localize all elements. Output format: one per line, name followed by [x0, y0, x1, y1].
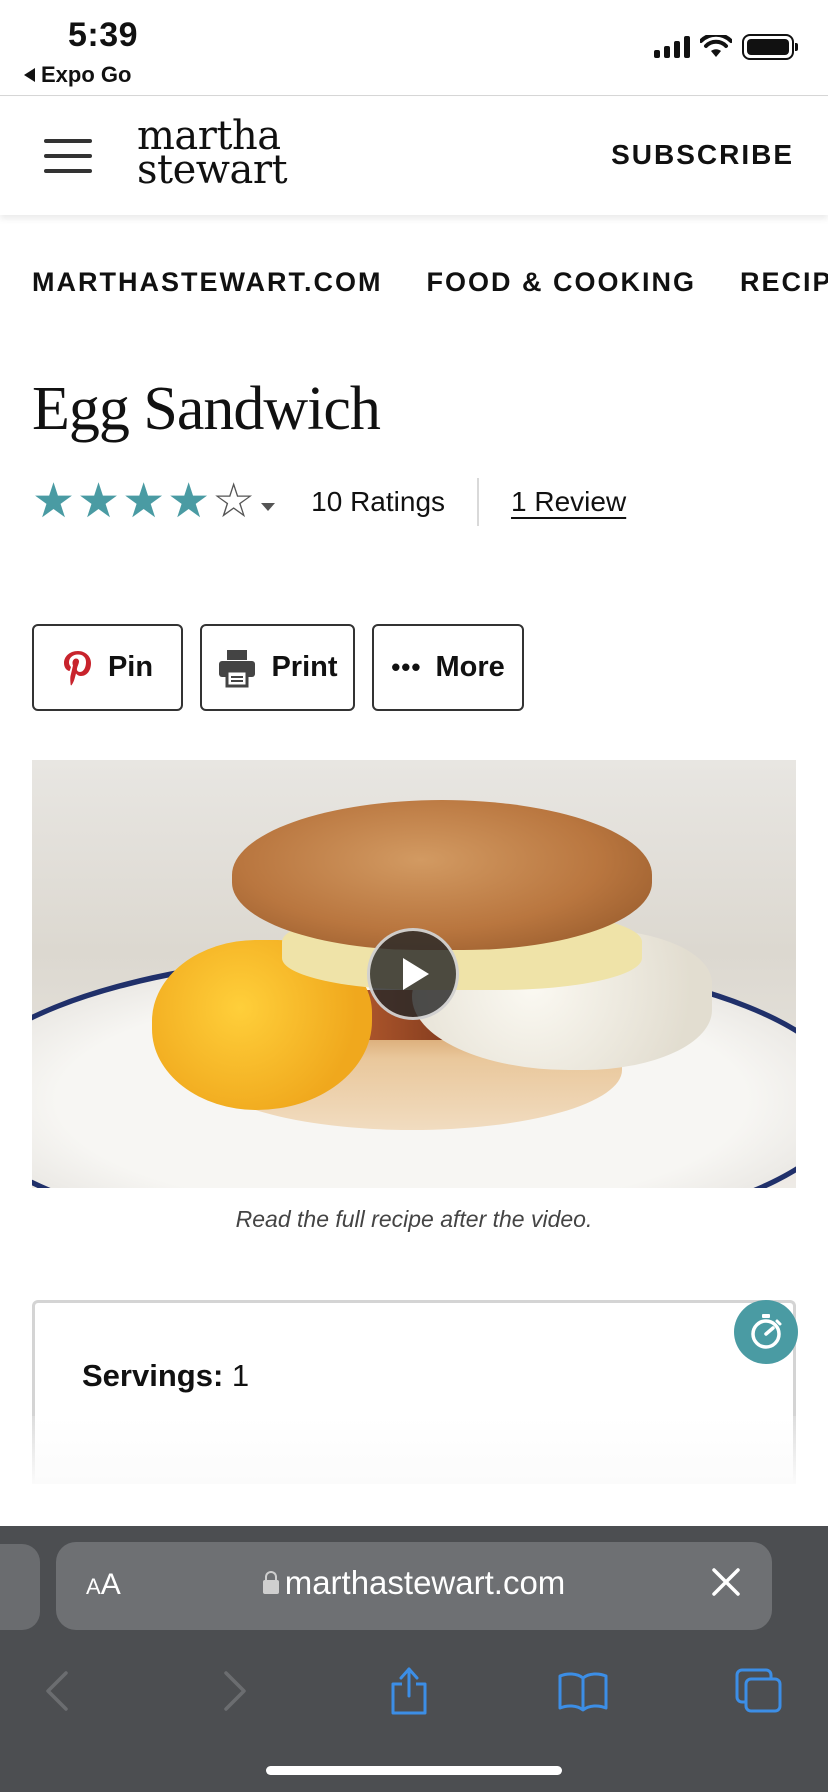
star-full-icon: ★ — [32, 475, 76, 528]
printer-icon — [219, 649, 256, 687]
pin-button[interactable]: Pin — [32, 624, 183, 711]
star-empty-icon: ☆ — [212, 475, 256, 528]
pin-label: Pin — [107, 651, 154, 683]
back-triangle-icon — [24, 68, 35, 82]
wifi-icon — [700, 35, 732, 57]
ratings-row: ★ ★ ★ ★ ☆ 10 Ratings 1 Review — [32, 478, 626, 526]
book-icon — [558, 1672, 608, 1712]
home-indicator[interactable] — [266, 1766, 562, 1775]
ratings-divider — [477, 478, 480, 526]
subscribe-link[interactable]: SUBSCRIBE — [611, 139, 794, 171]
logo-line-2: stewart — [137, 147, 288, 193]
url-display[interactable]: marthastewart.com — [56, 1564, 772, 1602]
back-to-app-button[interactable]: Expo Go — [24, 62, 131, 88]
ratings-count: 10 Ratings — [311, 486, 446, 517]
more-button[interactable]: ••• More — [372, 624, 524, 711]
star-rating[interactable]: ★ ★ ★ ★ ☆ — [32, 475, 276, 528]
browser-nav-row — [0, 1656, 828, 1746]
print-label: Print — [271, 651, 338, 683]
previous-tab[interactable] — [0, 1544, 40, 1630]
back-app-label: Expo Go — [41, 62, 132, 87]
chevron-right-icon — [224, 1671, 246, 1711]
star-full-icon: ★ — [122, 475, 166, 528]
recipe-video[interactable] — [32, 760, 796, 1188]
bookmarks-button[interactable] — [548, 1656, 618, 1726]
share-button[interactable] — [374, 1656, 444, 1726]
tabs-button[interactable] — [724, 1656, 794, 1726]
cook-timer-button[interactable] — [734, 1300, 798, 1364]
more-label: More — [435, 651, 505, 683]
status-time: 5:39 — [68, 16, 139, 54]
more-dots-icon: ••• — [391, 652, 422, 682]
servings-label: Servings: — [82, 1358, 224, 1393]
lock-icon — [262, 1571, 279, 1594]
breadcrumb-item-recipes[interactable]: RECIPES — [740, 267, 828, 298]
browser-toolbar: AA marthastewart.com — [0, 1526, 828, 1792]
battery-icon — [742, 34, 798, 60]
breadcrumb-item-home[interactable]: MARTHASTEWART.COM — [32, 267, 382, 298]
breadcrumb-item-food[interactable]: FOOD & COOKING — [426, 267, 696, 298]
stopwatch-icon — [751, 1314, 782, 1349]
servings-value: 1 — [223, 1358, 250, 1393]
address-bar[interactable]: AA marthastewart.com — [56, 1542, 772, 1630]
back-button[interactable] — [22, 1656, 92, 1726]
play-icon — [403, 958, 429, 990]
muffin-top-illustration — [232, 800, 652, 950]
chevron-left-icon — [46, 1671, 68, 1711]
page-title: Egg Sandwich — [32, 375, 381, 443]
play-button[interactable] — [367, 928, 459, 1020]
close-icon[interactable] — [706, 1562, 746, 1602]
reviews-link[interactable]: 1 Review — [511, 486, 626, 518]
star-full-icon: ★ — [167, 475, 211, 528]
video-caption: Read the full recipe after the video. — [235, 1206, 593, 1232]
breadcrumb: MARTHASTEWART.COM FOOD & COOKING RECIPES — [32, 266, 828, 298]
pinterest-icon — [63, 650, 91, 685]
star-full-icon: ★ — [77, 475, 121, 528]
status-bar: 5:39 Expo Go — [0, 0, 828, 96]
menu-icon[interactable] — [44, 139, 92, 173]
print-button[interactable]: Print — [200, 624, 355, 711]
action-buttons: Pin Print ••• More — [32, 624, 524, 711]
site-header: martha stewart SUBSCRIBE — [0, 97, 828, 215]
card-fade — [32, 1416, 796, 1484]
cellular-signal-icon — [654, 36, 690, 58]
caret-down-icon — [261, 503, 276, 511]
status-icons — [654, 34, 798, 60]
share-icon — [391, 1667, 427, 1715]
servings-text: Servings: 1 — [82, 1358, 249, 1394]
site-logo[interactable]: martha stewart — [137, 116, 288, 193]
tabs-icon — [735, 1668, 782, 1713]
forward-button[interactable] — [200, 1656, 270, 1726]
url-text: marthastewart.com — [284, 1564, 566, 1601]
